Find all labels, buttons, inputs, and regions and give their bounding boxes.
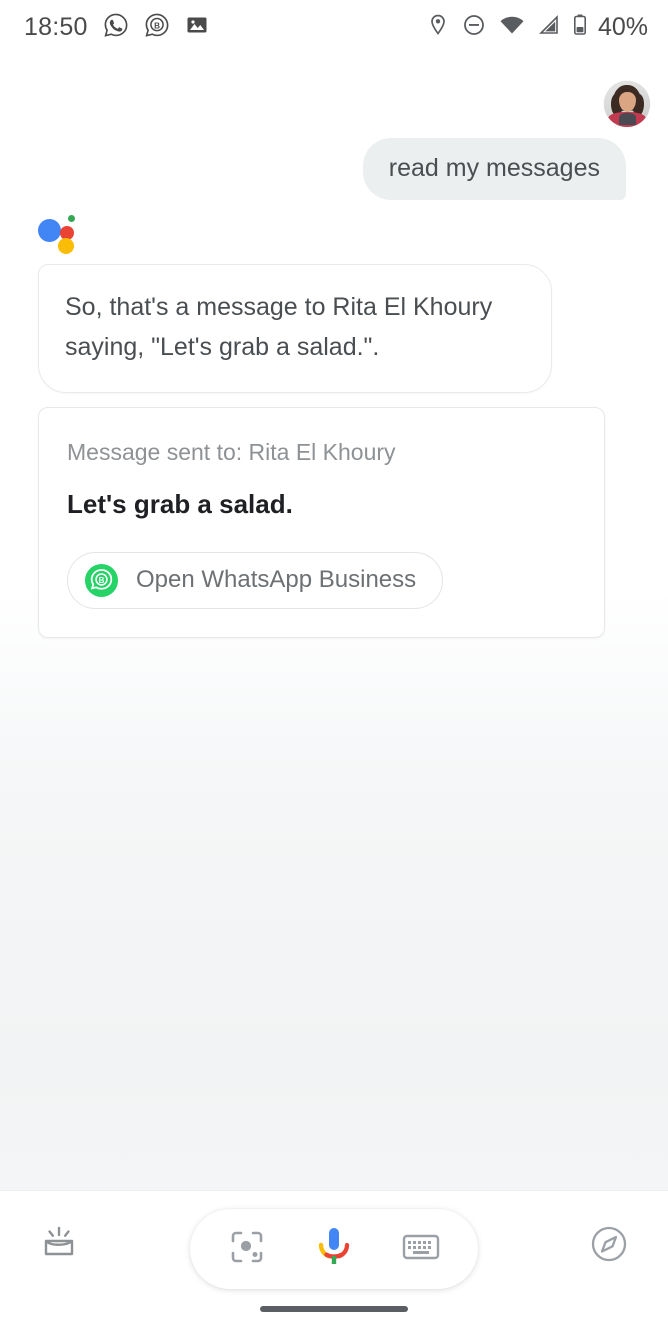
status-bar-clock: 18:50 — [24, 13, 88, 42]
open-whatsapp-business-button[interactable]: B Open WhatsApp Business — [67, 552, 443, 609]
status-bar-left: 18:50 B — [24, 12, 209, 43]
battery-percent-label: 40% — [598, 13, 648, 42]
message-sent-card: Message sent to: Rita El Khoury Let's gr… — [38, 407, 605, 638]
avatar[interactable] — [604, 81, 650, 127]
google-lens-icon — [228, 1228, 266, 1271]
assistant-logo-blue-dot — [38, 219, 61, 242]
svg-text:B: B — [154, 21, 160, 30]
avatar-scarf — [619, 113, 636, 125]
keyboard-icon — [402, 1232, 440, 1267]
user-message-bubble: read my messages — [363, 138, 626, 200]
snapshot-button[interactable] — [26, 1213, 92, 1279]
keyboard-button[interactable] — [390, 1218, 452, 1280]
battery-icon — [573, 13, 587, 42]
user-message-row: read my messages — [363, 138, 626, 200]
open-whatsapp-business-label: Open WhatsApp Business — [136, 566, 416, 594]
message-body-text: Let's grab a salad. — [67, 488, 576, 522]
cellular-signal-icon — [538, 14, 560, 41]
voice-mic-button[interactable] — [303, 1218, 365, 1280]
wifi-icon — [499, 14, 525, 41]
snapshot-icon — [37, 1222, 81, 1271]
explore-compass-icon — [588, 1223, 630, 1270]
whatsapp-business-icon: B — [84, 563, 119, 598]
explore-button[interactable] — [576, 1213, 642, 1279]
assistant-input-pill — [190, 1209, 478, 1289]
photos-icon — [185, 13, 209, 42]
google-assistant-logo — [38, 214, 82, 254]
assistant-reply-bubble: So, that's a message to Rita El Khoury s… — [38, 264, 552, 393]
svg-text:B: B — [99, 576, 105, 585]
bottom-bar — [0, 1190, 668, 1336]
message-recipient-label: Message sent to: Rita El Khoury — [67, 438, 576, 468]
status-bar: 18:50 B — [0, 0, 668, 54]
location-icon — [427, 13, 449, 42]
google-mic-icon — [314, 1224, 354, 1275]
status-bar-right: 40% — [427, 13, 648, 42]
assistant-screen: 18:50 B — [0, 0, 668, 1336]
google-lens-button[interactable] — [216, 1218, 278, 1280]
whatsapp-business-icon: B — [144, 12, 170, 43]
avatar-image — [604, 81, 650, 127]
assistant-logo-green-dot — [68, 215, 75, 222]
assistant-logo-yellow-dot — [58, 238, 74, 254]
whatsapp-icon — [103, 12, 129, 43]
gesture-navigation-bar[interactable] — [260, 1306, 408, 1312]
do-not-disturb-icon — [462, 13, 486, 42]
